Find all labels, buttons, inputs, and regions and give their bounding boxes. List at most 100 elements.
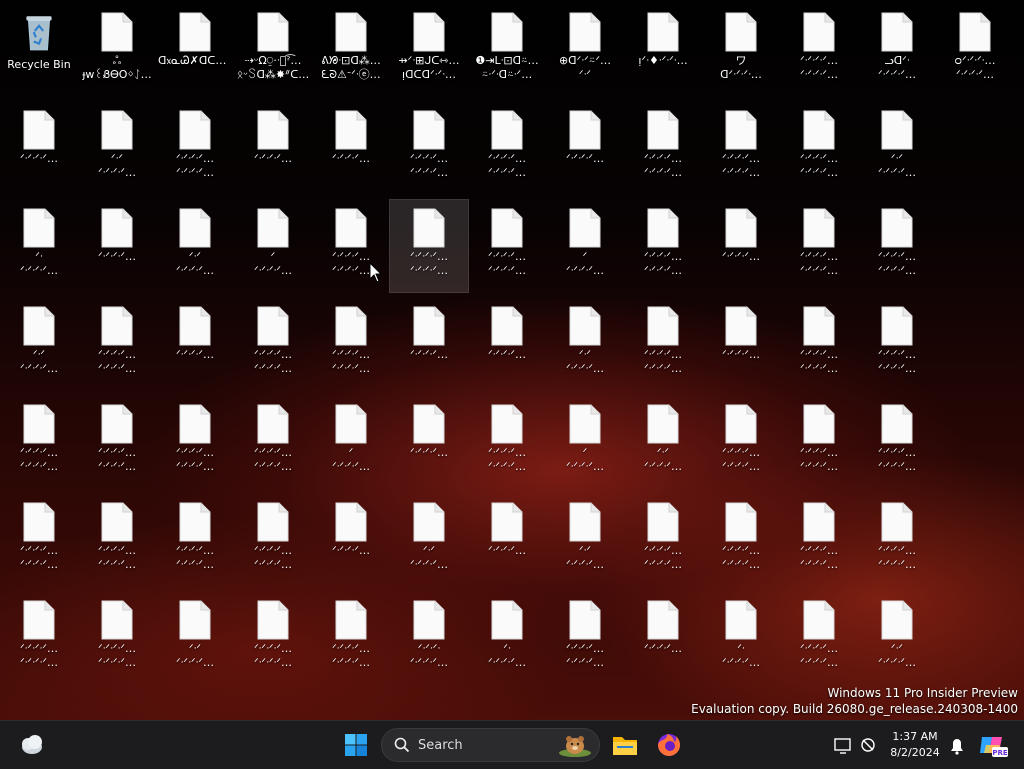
desktop-file-icon[interactable]: ᐟ ᐟᐧᐟᐧᐟᐧᐟ… — [312, 396, 390, 488]
desktop-file-icon[interactable]: ᐟᐧ ᐟᐧᐟᐧᐟᐧᐟ… — [702, 592, 780, 684]
desktop-file-icon[interactable]: ᴑᐟᐧᐟᐧᐟᐧ… ᐟᐧᐟᐧᐟᐧᐟ… — [936, 4, 1014, 96]
desktop-file-icon[interactable]: ᐟᐧᐟᐧᐟᐧ ᐟᐧᐟᐧᐟᐧᐟ… — [390, 592, 468, 684]
desktop-file-icon[interactable]: ᐟᐧᐟᐧᐟᐧᐟ… ᐟᐧᐟᐧᐟᐧᐟ… — [624, 298, 702, 390]
desktop-file-icon[interactable]: ᐟᐧᐟᐧᐟᐧᐟ… ᐟᐧᐟᐧᐟᐧᐟ… — [702, 494, 780, 586]
desktop-file-icon[interactable]: ⇢ᵕΩ⍜·ᐧ͛ˀ͡… ᛟᵕ꒚ᗡ⁂✸ᐥᑕ… — [234, 4, 312, 96]
desktop-file-icon[interactable]: ᐟᐧᐟᐧᐟᐧᐟ… ᐟᐧᐟᐧᐟᐧᐟ… — [156, 102, 234, 194]
desktop-file-icon[interactable]: ᐟᐧᐟᐧᐟᐧᐟ… — [390, 396, 468, 488]
desktop-file-icon[interactable]: ᐟᐧᐟ ᐟᐧᐟᐧᐟᐧᐟ… — [858, 102, 936, 194]
desktop-file-icon[interactable]: ᐟᐧᐟᐧᐟᐧᐟ… ᐟᐧᐟᐧᐟᐧᐟ… — [0, 494, 78, 586]
desktop-file-icon[interactable]: ᓗᗡᐟᐧ ᐟᐧᐟᐧᐟᐧᐟ… — [858, 4, 936, 96]
desktop-file-icon[interactable]: ᐟᐧᐟᐧᐟᐧᐟ… ᐟᐧᐟᐧᐟᐧᐟ… — [312, 298, 390, 390]
desktop-file-icon[interactable]: ᐟᐧᐟᐧᐟᐧᐟ… ᐟᐧᐟᐧᐟᐧᐟ… — [156, 494, 234, 586]
desktop-file-icon[interactable]: ᕕᘠᐧ⊡ᗡ⁂… ᘍᘐ⚠︎ᐨᐟᐧⓔ… — [312, 4, 390, 96]
desktop-file-icon[interactable]: ᐟᐧᐟᐧᐟᐧᐟ… — [0, 102, 78, 194]
desktop-file-icon[interactable]: ⇸ᐟᐧ⊞ᒍᑕ⇿… ᴉᗡᑕᗡᐟᐧᐟᐧ… — [390, 4, 468, 96]
firefox-button[interactable] — [651, 727, 687, 763]
desktop-file-icon[interactable]: ᐟᐧᐟ ᐟᐧᐟᐧᐟᐧᐟ… — [546, 298, 624, 390]
desktop-file-icon[interactable]: ᐟᐧᐟᐧᐟᐧᐟ… ᐟᐧᐟᐧᐟᐧᐟ… — [468, 200, 546, 292]
desktop-file-icon[interactable]: ᐟᐧᐟᐧᐟᐧᐟ… — [78, 200, 156, 292]
desktop-file-icon[interactable]: ᴉᐟᐧ♦ᐧᐟᐧᐟᐧ… — [624, 4, 702, 96]
desktop-file-icon[interactable]: ᐟᐧᐟᐧᐟᐧᐟ… ᐟᐧᐟᐧᐟᐧᐟ… — [312, 592, 390, 684]
desktop-file-icon[interactable]: ᐟᐧᐟ ᐟᐧᐟᐧᐟᐧᐟ… — [546, 494, 624, 586]
desktop-file-icon[interactable]: ᗡ᥊ᓇᏊ✗ᗡᑕᗡ… — [156, 4, 234, 96]
desktop-file-icon[interactable]: ᐟᐧᐟᐧᐟᐧᐟ… ᐟᐧᐟᐧᐟᐧᐟ… — [389, 199, 469, 293]
file-explorer-button[interactable] — [607, 727, 643, 763]
desktop-file-icon[interactable]: ᐟᐧᐟᐧᐟᐧᐟ… ᐟᐧᐟᐧᐟᐧᐟ… — [546, 592, 624, 684]
desktop-file-icon[interactable]: ᐟᐧᐟᐧᐟᐧᐟ… — [702, 298, 780, 390]
desktop-file-icon[interactable]: ᐟᐧᐟᐧᐟᐧᐟ… ᐟᐧᐟᐧᐟᐧᐟ… — [624, 200, 702, 292]
desktop-file-icon[interactable]: ᐟ ᐟᐧᐟᐧᐟᐧᐟ… — [234, 200, 312, 292]
os-watermark: Windows 11 Pro Insider Preview Evaluatio… — [691, 685, 1018, 717]
desktop-file-icon[interactable]: ᐟᐧᐟᐧᐟᐧᐟ… ᐟᐧᐟᐧᐟᐧᐟ… — [78, 592, 156, 684]
start-button[interactable] — [338, 727, 374, 763]
desktop-file-icon[interactable]: ᐟᐧᐟᐧᐟᐧᐟ… — [468, 298, 546, 390]
desktop-file-icon[interactable]: ᐟᐧᐟ ᐟᐧᐟᐧᐟᐧᐟ… — [858, 592, 936, 684]
desktop-file-icon[interactable]: ᐟᐧᐟᐧᐟᐧᐟ… ᐟᐧᐟᐧᐟᐧᐟ… — [468, 396, 546, 488]
desktop-file-icon[interactable]: ஃ ɟw꒰ᏰᎾOᛜᛇ… — [78, 4, 156, 96]
desktop-file-icon[interactable]: ᐟᐧᐟᐧᐟᐧᐟ… ᐟᐧᐟᐧᐟᐧᐟ… — [780, 102, 858, 194]
desktop-file-icon[interactable]: ❶⇥ᒪᐧ⊡ᗡ⍨… ⍨ᐧᐟᐧᗡ⍨ᐧᐟ… — [468, 4, 546, 96]
desktop-file-icon[interactable]: ᐟᐧᐟᐧᐟᐧᐟ… ᐟᐧᐟᐧᐟᐧᐟ… — [780, 298, 858, 390]
desktop-file-icon[interactable]: ᐟᐧᐟᐧᐟᐧᐟ… ᐟᐧᐟᐧᐟᐧᐟ… — [0, 396, 78, 488]
desktop-file-icon[interactable]: ᐟᐧᐟᐧᐟᐧᐟ… ᐟᐧᐟᐧᐟᐧᐟ… — [624, 102, 702, 194]
desktop-file-icon[interactable]: ᐟᐧᐟᐧᐟᐧᐟ… — [312, 102, 390, 194]
desktop-file-icon[interactable]: ᐟᐧᐟ ᐟᐧᐟᐧᐟᐧᐟ… — [624, 396, 702, 488]
desktop-file-icon[interactable]: ᐟᐧᐟ ᐟᐧᐟᐧᐟᐧᐟ… — [390, 494, 468, 586]
bell-icon[interactable] — [946, 727, 968, 763]
desktop-file-icon[interactable]: ᐟᐧᐟᐧᐟᐧᐟ… ᐟᐧᐟᐧᐟᐧᐟ… — [858, 298, 936, 390]
desktop-file-icon[interactable]: ᐟᐧ ᐟᐧᐟᐧᐟᐧᐟ… — [468, 592, 546, 684]
desktop-file-icon[interactable]: ᐟᐧᐟᐧᐟᐧᐟ… ᐟᐧᐟᐧᐟᐧᐟ… — [780, 200, 858, 292]
desktop-file-icon[interactable]: ᐟᐧᐟᐧᐟᐧᐟ… — [390, 298, 468, 390]
desktop-file-icon[interactable]: ᐟᐧᐟᐧᐟᐧᐟ… ᐟᐧᐟᐧᐟᐧᐟ… — [780, 4, 858, 96]
desktop-file-icon[interactable]: ᐟᐧᐟᐧᐟᐧᐟ… ᐟᐧᐟᐧᐟᐧᐟ… — [702, 396, 780, 488]
screen-share-icon[interactable] — [832, 727, 854, 763]
desktop-file-icon[interactable]: ᐟᐧᐟᐧᐟᐧᐟ… — [234, 102, 312, 194]
recycle-bin[interactable]: Recycle Bin — [0, 4, 78, 96]
file-name-label: ᗡ᥊ᓇᏊ✗ᗡᑕᗡ… — [158, 54, 234, 67]
desktop-file-icon[interactable]: ᐟᐧᐟᐧᐟᐧᐟ… — [702, 200, 780, 292]
desktop-file-icon[interactable]: ワ ᗡᐟᐧᐟᐧᐟᐧ… — [702, 4, 780, 96]
desktop-file-icon[interactable]: ᐟᐧᐟᐧᐟᐧᐟ… ᐟᐧᐟᐧᐟᐧᐟ… — [780, 494, 858, 586]
desktop-file-icon[interactable]: ᐟᐧᐟᐧᐟᐧᐟ… ᐟᐧᐟᐧᐟᐧᐟ… — [78, 494, 156, 586]
desktop-file-icon[interactable]: ᐟᐧᐟᐧᐟᐧᐟ… ᐟᐧᐟᐧᐟᐧᐟ… — [858, 494, 936, 586]
desktop-file-icon[interactable]: ᐟᐧ ᐟᐧᐟᐧᐟᐧᐟ… — [0, 200, 78, 292]
desktop-file-icon[interactable]: ᐟᐧᐟᐧᐟᐧᐟ… ᐟᐧᐟᐧᐟᐧᐟ… — [78, 298, 156, 390]
file-name-label: ஃ ɟw꒰ᏰᎾOᛜᛇ… — [82, 54, 152, 81]
file-name-label: ᐟᐧᐟᐧᐟᐧᐟ… ᐟᐧᐟᐧᐟᐧᐟ… — [97, 544, 137, 571]
desktop-file-icon[interactable]: ᐟᐧᐟᐧᐟᐧᐟ… ᐟᐧᐟᐧᐟᐧᐟ… — [780, 592, 858, 684]
desktop-file-icon[interactable]: ᐟᐧᐟᐧᐟᐧᐟ… ᐟᐧᐟᐧᐟᐧᐟ… — [780, 396, 858, 488]
desktop-file-icon[interactable]: ᐟᐧᐟᐧᐟᐧᐟ… ᐟᐧᐟᐧᐟᐧᐟ… — [234, 396, 312, 488]
desktop-file-icon[interactable]: ᐟᐧᐟᐧᐟᐧᐟ… — [468, 494, 546, 586]
copilot-pre-icon[interactable]: PRE — [974, 727, 1010, 763]
desktop-file-icon[interactable]: ⊕ᗡᐟᐧᐟ⍨ᐟ… ᐟᐧᐟ — [546, 4, 624, 96]
desktop-file-icon[interactable]: ᐟ ᐟᐧᐟᐧᐟᐧᐟ… — [546, 396, 624, 488]
desktop-file-icon[interactable]: ᐟᐧᐟᐧᐟᐧᐟ… — [624, 592, 702, 684]
desktop-file-icon[interactable]: ᐟᐧᐟᐧᐟᐧᐟ… ᐟᐧᐟᐧᐟᐧᐟ… — [156, 396, 234, 488]
desktop-file-icon[interactable]: ᐟᐧᐟ ᐟᐧᐟᐧᐟᐧᐟ… — [156, 200, 234, 292]
taskbar-search-box[interactable]: Search — [381, 728, 600, 762]
weather-cloud-icon[interactable] — [14, 727, 50, 763]
desktop-file-icon[interactable]: ᐟᐧᐟᐧᐟᐧᐟ… ᐟᐧᐟᐧᐟᐧᐟ… — [234, 592, 312, 684]
file-name-label: ᐟᐧᐟᐧᐟᐧᐟ… ᐟᐧᐟᐧᐟᐧᐟ… — [799, 348, 839, 375]
desktop-file-icon[interactable]: ᐟᐧᐟᐧᐟᐧᐟ… ᐟᐧᐟᐧᐟᐧᐟ… — [468, 102, 546, 194]
desktop-file-icon[interactable]: ᐟᐧᐟᐧᐟᐧᐟ… ᐟᐧᐟᐧᐟᐧᐟ… — [234, 494, 312, 586]
network-off-icon[interactable] — [857, 727, 879, 763]
desktop-file-icon[interactable]: ᐟᐧᐟᐧᐟᐧᐟ… — [156, 298, 234, 390]
desktop-file-icon[interactable]: ᐟᐧᐟ ᐟᐧᐟᐧᐟᐧᐟ… — [0, 298, 78, 390]
desktop-file-icon[interactable]: ᐟᐧᐟᐧᐟᐧᐟ… ᐟᐧᐟᐧᐟᐧᐟ… — [858, 396, 936, 488]
desktop-file-icon[interactable]: ᐟ ᐟᐧᐟᐧᐟᐧᐟ… — [546, 200, 624, 292]
desktop-file-icon[interactable]: ᐟᐧᐟᐧᐟᐧᐟ… ᐟᐧᐟᐧᐟᐧᐟ… — [624, 494, 702, 586]
desktop-file-icon[interactable]: ᐟᐧᐟ ᐟᐧᐟᐧᐟᐧᐟ… — [78, 102, 156, 194]
taskbar-clock[interactable]: 1:37 AM 8/2/2024 — [882, 729, 948, 761]
desktop[interactable]: Recycle Bin ஃ ɟw꒰ᏰᎾOᛜᛇ… ᗡ᥊ᓇᏊ✗ᗡᑕᗡ… ⇢ᵕΩ⍜·ᐧ͛ˀ͡… — [0, 0, 1024, 720]
desktop-file-icon[interactable]: ᐟᐧᐟᐧᐟᐧᐟ… ᐟᐧᐟᐧᐟᐧᐟ… — [78, 396, 156, 488]
desktop-file-icon[interactable]: ᐟᐧᐟᐧᐟᐧᐟ… — [312, 494, 390, 586]
desktop-file-icon[interactable]: ᐟᐧᐟ ᐟᐧᐟᐧᐟᐧᐟ… — [156, 592, 234, 684]
desktop-file-icon[interactable]: ᐟᐧᐟᐧᐟᐧᐟ… ᐟᐧᐟᐧᐟᐧᐟ… — [858, 200, 936, 292]
desktop-file-icon[interactable]: ᐟᐧᐟᐧᐟᐧᐟ… ᐟᐧᐟᐧᐟᐧᐟ… — [702, 102, 780, 194]
desktop-file-icon[interactable]: ᐟᐧᐟᐧᐟᐧᐟ… ᐟᐧᐟᐧᐟᐧᐟ… — [0, 592, 78, 684]
desktop-file-icon[interactable]: ᐟᐧᐟᐧᐟᐧᐟ… ᐟᐧᐟᐧᐟᐧᐟ… — [390, 102, 468, 194]
desktop-file-icon[interactable]: ᐟᐧᐟᐧᐟᐧᐟ… — [546, 102, 624, 194]
desktop-file-icon[interactable]: ᐟᐧᐟᐧᐟᐧᐟ… ᐟᐧᐟᐧᐟᐧᐟ… — [234, 298, 312, 390]
